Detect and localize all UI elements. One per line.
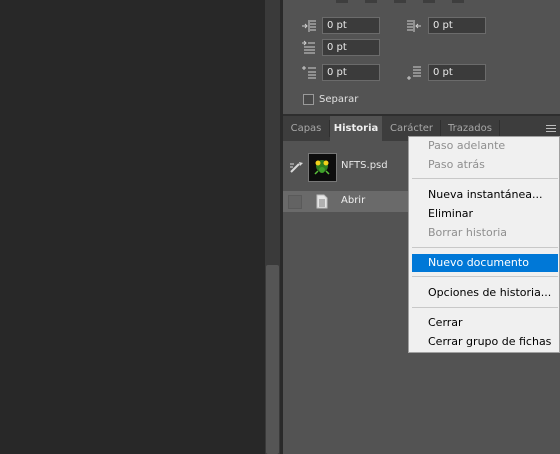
menu-item-borrar-historia[interactable]: Borrar historia <box>412 224 558 242</box>
menu-item-paso-atras[interactable]: Paso atrás <box>412 156 558 174</box>
hyphenate-label: Separar <box>319 93 359 105</box>
panel-menu-icon[interactable] <box>546 125 556 132</box>
document-canvas-area <box>0 0 265 454</box>
indent-first-line-icon <box>301 40 317 54</box>
align-button[interactable] <box>452 0 464 3</box>
menu-item-cerrar[interactable]: Cerrar <box>412 314 558 332</box>
space-before-field[interactable]: 0 pt <box>322 64 380 81</box>
snapshot-name: NFTS.psd <box>341 160 388 171</box>
canvas-scrollbar-thumb[interactable] <box>266 265 279 454</box>
align-button[interactable] <box>365 0 377 3</box>
menu-separator <box>412 178 558 179</box>
menu-item-nueva-instantanea[interactable]: Nueva instantánea... <box>412 186 558 204</box>
history-state-label: Abrir <box>341 195 366 206</box>
tab-separator <box>499 120 500 137</box>
document-icon <box>316 194 328 209</box>
indent-first-line-field[interactable]: 0 pt <box>322 39 380 56</box>
tab-capas[interactable]: Capas <box>283 116 329 141</box>
history-source-checkbox[interactable] <box>288 195 302 209</box>
indent-right-field[interactable]: 0 pt <box>428 17 486 34</box>
indent-right-icon <box>406 19 422 33</box>
indent-left-icon <box>301 19 317 33</box>
alignment-buttons-row <box>283 0 560 6</box>
space-after-field[interactable]: 0 pt <box>428 64 486 81</box>
menu-item-eliminar[interactable]: Eliminar <box>412 205 558 223</box>
menu-separator <box>412 276 558 277</box>
space-after-icon <box>406 66 422 80</box>
align-button[interactable] <box>336 0 348 3</box>
menu-item-paso-adelante[interactable]: Paso adelante <box>412 137 558 155</box>
history-brush-icon[interactable] <box>289 160 305 174</box>
indent-left-field[interactable]: 0 pt <box>322 17 380 34</box>
align-button[interactable] <box>423 0 435 3</box>
hyphenate-option[interactable]: Separar <box>303 92 358 106</box>
menu-item-opciones-de-historia[interactable]: Opciones de historia... <box>412 284 558 302</box>
snapshot-thumbnail <box>308 153 337 182</box>
menu-separator <box>412 247 558 248</box>
tab-historia[interactable]: Historia <box>330 116 382 141</box>
hyphenate-checkbox[interactable] <box>303 93 314 105</box>
menu-item-cerrar-grupo-de-fichas[interactable]: Cerrar grupo de fichas <box>412 333 558 351</box>
history-context-menu: Paso adelante Paso atrás Nueva instantán… <box>408 136 560 353</box>
menu-separator <box>412 307 558 308</box>
align-button[interactable] <box>394 0 406 3</box>
space-before-icon <box>301 66 317 80</box>
paragraph-panel: 0 pt 0 pt 0 pt 0 pt 0 pt Separar <box>283 0 560 114</box>
menu-item-nuevo-documento[interactable]: Nuevo documento <box>412 254 558 272</box>
